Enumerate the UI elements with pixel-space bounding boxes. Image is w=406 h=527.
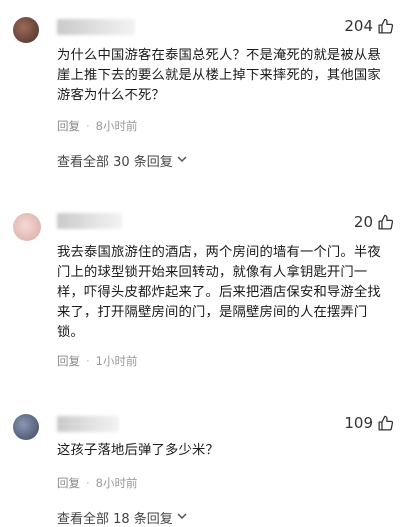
chevron-down-icon xyxy=(177,155,187,166)
thumbs-up-icon xyxy=(378,214,394,230)
separator-dot: · xyxy=(86,119,90,133)
view-replies-label: 查看全部 30 条回复 xyxy=(57,155,173,170)
like-button[interactable]: 109 xyxy=(344,414,394,432)
comment-meta: 回复 · 8小时前 xyxy=(57,118,137,134)
view-all-replies[interactable]: 查看全部 30 条回复 xyxy=(57,151,187,170)
avatar[interactable] xyxy=(13,414,39,440)
comment-text: 我去泰国旅游住的酒店，两个房间的墙有一个门。半夜门上的球型锁开始来回转动，就像有… xyxy=(57,245,381,340)
reply-button[interactable]: 回复 xyxy=(57,353,80,369)
username-blurred[interactable] xyxy=(57,416,119,432)
separator-dot: · xyxy=(86,354,90,368)
view-replies-label: 查看全部 18 条回复 xyxy=(57,512,173,527)
comment-meta: 回复 · 8小时前 xyxy=(57,475,137,491)
like-button[interactable]: 204 xyxy=(344,17,394,35)
comment-text: 这孩子落地后弹了多少米？ xyxy=(57,443,219,458)
timestamp: 1小时前 xyxy=(95,354,138,368)
avatar[interactable] xyxy=(13,17,39,43)
username-blurred[interactable] xyxy=(57,213,122,229)
reply-button[interactable]: 回复 xyxy=(57,475,80,491)
timestamp: 8小时前 xyxy=(95,119,138,133)
username-blurred[interactable] xyxy=(57,19,135,35)
reply-button[interactable]: 回复 xyxy=(57,118,80,134)
like-count: 20 xyxy=(353,213,373,231)
like-count: 204 xyxy=(344,17,373,35)
view-all-replies[interactable]: 查看全部 18 条回复 xyxy=(57,508,187,527)
thumbs-up-icon xyxy=(378,18,394,34)
thumbs-up-icon xyxy=(378,415,394,431)
like-button[interactable]: 20 xyxy=(354,213,394,231)
comment-text: 为什么中国游客在泰国总死人？不是淹死的就是被从悬崖上推下去的要么就是从楼上掉下来… xyxy=(57,48,381,103)
comment-meta: 回复 · 1小时前 xyxy=(57,353,137,369)
avatar[interactable] xyxy=(13,213,41,241)
chevron-down-icon xyxy=(177,512,187,523)
like-count: 109 xyxy=(344,414,373,432)
separator-dot: · xyxy=(86,476,90,490)
timestamp: 8小时前 xyxy=(95,476,138,490)
